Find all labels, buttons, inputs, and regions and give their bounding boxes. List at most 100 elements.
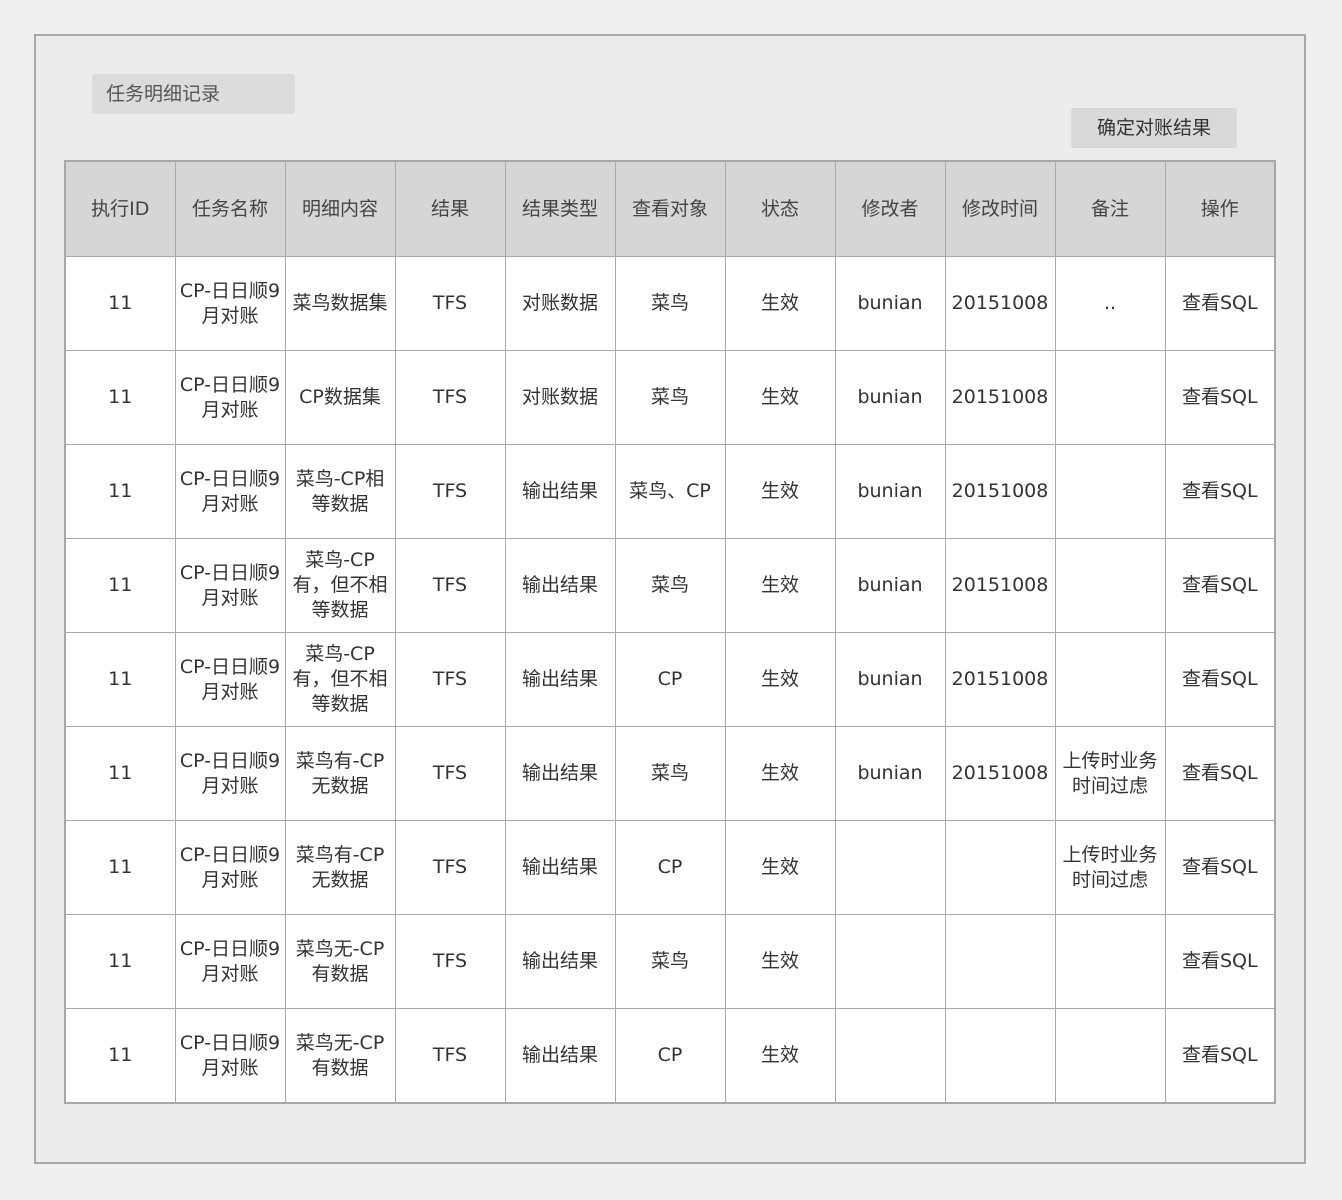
column-header-modifier: 修改者 <box>834 160 946 257</box>
column-header-action: 操作 <box>1164 160 1276 257</box>
cell-status: 生效 <box>724 350 836 445</box>
cell-modifier: bunian <box>834 726 946 821</box>
cell-task-name: CP-日日顺9月对账 <box>174 820 286 915</box>
cell-note: .. <box>1054 256 1166 351</box>
cell-modified-time <box>944 1008 1056 1104</box>
column-header-result: 结果 <box>394 160 506 257</box>
cell-modifier: bunian <box>834 444 946 539</box>
cell-modifier <box>834 1008 946 1104</box>
column-header-note: 备注 <box>1054 160 1166 257</box>
cell-result: TFS <box>394 1008 506 1104</box>
cell-note <box>1054 914 1166 1009</box>
cell-view-target: 菜鸟 <box>614 914 726 1009</box>
table-row: 11 CP-日日顺9月对账 菜鸟无-CP有数据 TFS 输出结果 CP 生效 查… <box>64 1008 1276 1104</box>
cell-task-name: CP-日日顺9月对账 <box>174 1008 286 1104</box>
cell-detail: 菜鸟数据集 <box>284 256 396 351</box>
cell-detail: 菜鸟有-CP无数据 <box>284 726 396 821</box>
cell-result: TFS <box>394 444 506 539</box>
confirm-reconciliation-button[interactable]: 确定对账结果 <box>1071 108 1237 148</box>
column-header-result-type: 结果类型 <box>504 160 616 257</box>
cell-result-type: 输出结果 <box>504 538 616 633</box>
cell-result: TFS <box>394 820 506 915</box>
cell-detail: 菜鸟无-CP有数据 <box>284 914 396 1009</box>
cell-exec-id: 11 <box>64 1008 176 1104</box>
page-title: 任务明细记录 <box>92 74 295 114</box>
cell-task-name: CP-日日顺9月对账 <box>174 350 286 445</box>
cell-note: 上传时业务时间过虑 <box>1054 820 1166 915</box>
cell-exec-id: 11 <box>64 256 176 351</box>
view-sql-link[interactable]: 查看SQL <box>1182 386 1258 408</box>
view-sql-link[interactable]: 查看SQL <box>1182 574 1258 596</box>
cell-view-target: 菜鸟 <box>614 726 726 821</box>
cell-modifier: bunian <box>834 256 946 351</box>
cell-view-target: 菜鸟、CP <box>614 444 726 539</box>
cell-result-type: 输出结果 <box>504 632 616 727</box>
cell-modifier: bunian <box>834 538 946 633</box>
cell-modified-time <box>944 914 1056 1009</box>
view-sql-link[interactable]: 查看SQL <box>1182 480 1258 502</box>
cell-modified-time <box>944 820 1056 915</box>
cell-modifier <box>834 820 946 915</box>
view-sql-link[interactable]: 查看SQL <box>1182 950 1258 972</box>
cell-task-name: CP-日日顺9月对账 <box>174 256 286 351</box>
cell-detail: CP数据集 <box>284 350 396 445</box>
cell-status: 生效 <box>724 632 836 727</box>
view-sql-link[interactable]: 查看SQL <box>1182 856 1258 878</box>
cell-modified-time: 20151008 <box>944 538 1056 633</box>
cell-result: TFS <box>394 350 506 445</box>
cell-result-type: 输出结果 <box>504 726 616 821</box>
column-header-detail: 明细内容 <box>284 160 396 257</box>
column-header-task-name: 任务名称 <box>174 160 286 257</box>
cell-action: 查看SQL <box>1164 632 1276 727</box>
table-row: 11 CP-日日顺9月对账 CP数据集 TFS 对账数据 菜鸟 生效 bunia… <box>64 350 1276 445</box>
task-detail-panel: 任务明细记录 确定对账结果 执行ID 任务名称 明细内容 结果 结果类型 查看对… <box>34 34 1306 1164</box>
cell-action: 查看SQL <box>1164 538 1276 633</box>
table-row: 11 CP-日日顺9月对账 菜鸟-CP有，但不相等数据 TFS 输出结果 CP … <box>64 632 1276 727</box>
view-sql-link[interactable]: 查看SQL <box>1182 668 1258 690</box>
cell-view-target: 菜鸟 <box>614 538 726 633</box>
task-detail-table: 执行ID 任务名称 明细内容 结果 结果类型 查看对象 状态 修改者 修改时间 … <box>64 160 1276 1104</box>
cell-note <box>1054 444 1166 539</box>
cell-status: 生效 <box>724 914 836 1009</box>
cell-task-name: CP-日日顺9月对账 <box>174 632 286 727</box>
cell-exec-id: 11 <box>64 914 176 1009</box>
table-row: 11 CP-日日顺9月对账 菜鸟-CP有，但不相等数据 TFS 输出结果 菜鸟 … <box>64 538 1276 633</box>
cell-detail: 菜鸟-CP相等数据 <box>284 444 396 539</box>
cell-note <box>1054 1008 1166 1104</box>
cell-exec-id: 11 <box>64 350 176 445</box>
cell-modified-time: 20151008 <box>944 632 1056 727</box>
column-header-modified-time: 修改时间 <box>944 160 1056 257</box>
cell-note <box>1054 350 1166 445</box>
cell-result: TFS <box>394 538 506 633</box>
cell-status: 生效 <box>724 726 836 821</box>
cell-result-type: 对账数据 <box>504 256 616 351</box>
table-row: 11 CP-日日顺9月对账 菜鸟数据集 TFS 对账数据 菜鸟 生效 bunia… <box>64 256 1276 351</box>
cell-view-target: CP <box>614 632 726 727</box>
cell-status: 生效 <box>724 256 836 351</box>
cell-action: 查看SQL <box>1164 256 1276 351</box>
table-row: 11 CP-日日顺9月对账 菜鸟有-CP无数据 TFS 输出结果 CP 生效 上… <box>64 820 1276 915</box>
view-sql-link[interactable]: 查看SQL <box>1182 292 1258 314</box>
cell-modified-time: 20151008 <box>944 350 1056 445</box>
table-row: 11 CP-日日顺9月对账 菜鸟有-CP无数据 TFS 输出结果 菜鸟 生效 b… <box>64 726 1276 821</box>
cell-exec-id: 11 <box>64 820 176 915</box>
cell-note <box>1054 632 1166 727</box>
cell-exec-id: 11 <box>64 538 176 633</box>
cell-task-name: CP-日日顺9月对账 <box>174 444 286 539</box>
table-row: 11 CP-日日顺9月对账 菜鸟-CP相等数据 TFS 输出结果 菜鸟、CP 生… <box>64 444 1276 539</box>
cell-status: 生效 <box>724 444 836 539</box>
cell-note <box>1054 538 1166 633</box>
cell-action: 查看SQL <box>1164 820 1276 915</box>
cell-task-name: CP-日日顺9月对账 <box>174 726 286 821</box>
view-sql-link[interactable]: 查看SQL <box>1182 762 1258 784</box>
cell-view-target: 菜鸟 <box>614 350 726 445</box>
cell-detail: 菜鸟无-CP有数据 <box>284 1008 396 1104</box>
column-header-view-target: 查看对象 <box>614 160 726 257</box>
cell-detail: 菜鸟-CP有，但不相等数据 <box>284 538 396 633</box>
cell-status: 生效 <box>724 820 836 915</box>
cell-result-type: 输出结果 <box>504 444 616 539</box>
cell-action: 查看SQL <box>1164 726 1276 821</box>
column-header-status: 状态 <box>724 160 836 257</box>
view-sql-link[interactable]: 查看SQL <box>1182 1044 1258 1066</box>
cell-exec-id: 11 <box>64 726 176 821</box>
